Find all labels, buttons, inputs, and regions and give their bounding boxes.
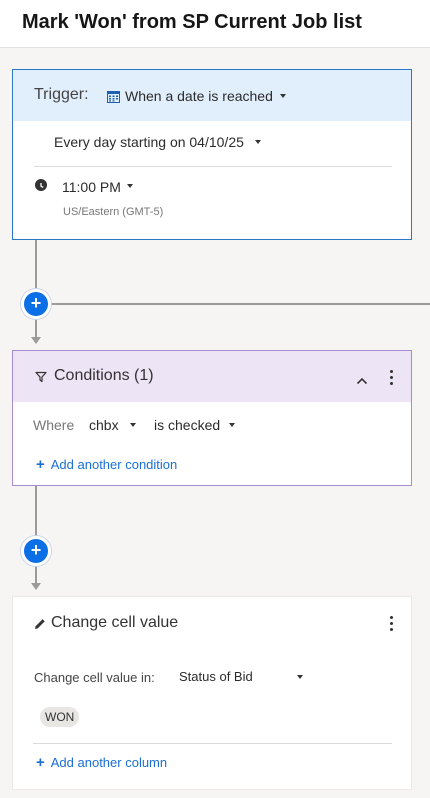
action-title: Change cell value xyxy=(51,614,179,631)
chevron-down-icon[interactable] xyxy=(297,675,303,679)
add-step-button[interactable]: + xyxy=(21,536,51,566)
time-dropdown[interactable]: 11:00 PM xyxy=(62,179,121,195)
more-options-icon[interactable] xyxy=(390,616,394,632)
add-step-button[interactable]: + xyxy=(21,289,51,319)
calendar-icon xyxy=(107,90,120,103)
clock-icon xyxy=(35,179,47,191)
condition-prefix: Where xyxy=(33,417,75,433)
conditions-title: Conditions (1) xyxy=(54,367,154,384)
column-label: Change cell value in: xyxy=(34,670,155,685)
column-dropdown[interactable]: Status of Bid xyxy=(179,669,253,684)
chevron-down-icon[interactable] xyxy=(229,423,235,427)
plus-icon: + xyxy=(36,754,45,771)
conditions-block[interactable]: Conditions (1) Where chbx is checked + Ad… xyxy=(12,350,412,486)
conditions-header: Conditions (1) xyxy=(13,351,411,402)
add-condition-link[interactable]: + Add another condition xyxy=(36,456,177,473)
divider xyxy=(33,743,392,744)
funnel-icon xyxy=(35,370,47,383)
more-options-icon[interactable] xyxy=(390,370,394,386)
workflow-header: Mark 'Won' from SP Current Job list xyxy=(0,0,430,48)
action-block[interactable]: Change cell value Change cell value in: … xyxy=(12,596,412,790)
trigger-type-dropdown[interactable]: When a date is reached xyxy=(125,88,273,104)
chevron-down-icon[interactable] xyxy=(255,140,261,144)
arrow-down-icon xyxy=(31,583,41,590)
chevron-up-icon[interactable] xyxy=(356,372,368,385)
trigger-block[interactable]: Trigger: When a date is reached Every da… xyxy=(12,69,412,240)
plus-icon: + xyxy=(36,456,45,473)
add-column-link[interactable]: + Add another column xyxy=(36,754,167,771)
chevron-down-icon[interactable] xyxy=(127,184,133,188)
chevron-down-icon[interactable] xyxy=(130,423,136,427)
pencil-icon xyxy=(34,617,46,629)
timezone-label: US/Eastern (GMT-5) xyxy=(63,206,164,218)
connector-line xyxy=(35,486,37,583)
add-condition-label: Add another condition xyxy=(50,457,178,472)
chevron-down-icon[interactable] xyxy=(280,94,286,98)
value-chip[interactable]: WON xyxy=(40,707,80,727)
arrow-down-icon xyxy=(31,337,41,344)
workflow-title: Mark 'Won' from SP Current Job list xyxy=(22,11,362,33)
condition-field-dropdown[interactable]: chbx xyxy=(89,417,119,433)
trigger-label: Trigger: xyxy=(34,86,89,103)
schedule-dropdown[interactable]: Every day starting on 04/10/25 xyxy=(54,134,244,150)
branch-line xyxy=(37,303,430,305)
trigger-header: Trigger: When a date is reached xyxy=(13,70,411,121)
condition-operator-dropdown[interactable]: is checked xyxy=(154,417,220,433)
divider xyxy=(34,166,392,167)
add-column-label: Add another column xyxy=(50,755,168,770)
